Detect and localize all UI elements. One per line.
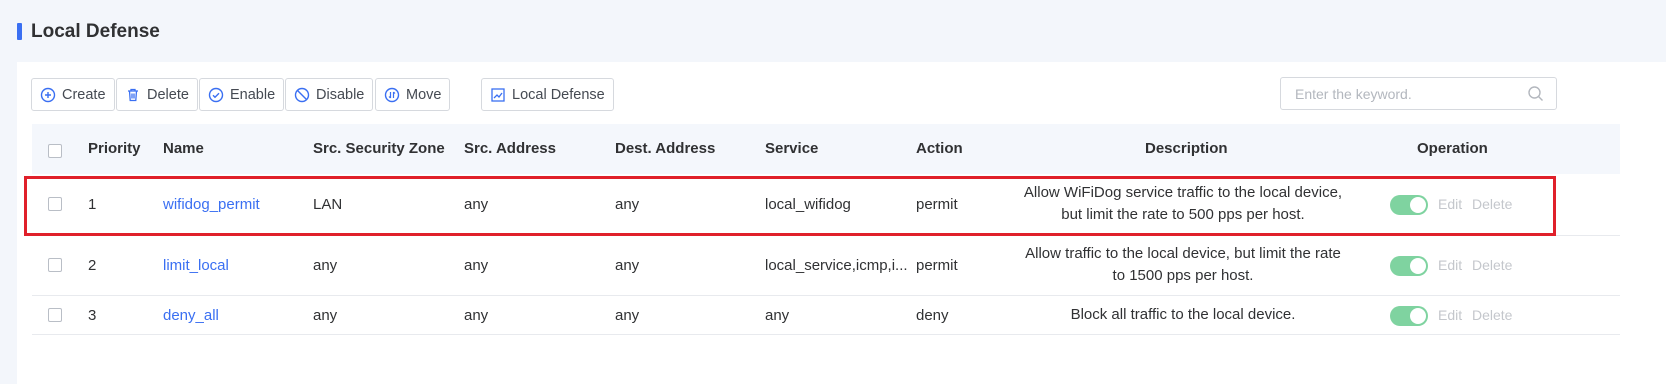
- trash-icon: [128, 88, 138, 101]
- page-title: Local Defense: [31, 21, 160, 42]
- enable-button[interactable]: Enable: [199, 78, 285, 111]
- header-priority: Priority: [88, 140, 141, 157]
- chart-icon: [491, 87, 505, 102]
- header-service: Service: [765, 140, 819, 157]
- search-icon[interactable]: [1527, 85, 1544, 102]
- create-button[interactable]: Create: [31, 78, 115, 111]
- header-src-address: Src. Address: [464, 140, 556, 157]
- enable-toggle[interactable]: [1390, 256, 1428, 276]
- row-description: Allow traffic to the local device, but l…: [1025, 245, 1341, 284]
- row-priority: 3: [88, 307, 97, 324]
- row-name-link[interactable]: limit_local: [163, 257, 229, 274]
- enable-toggle[interactable]: [1390, 306, 1428, 326]
- local-defense-label: Local Defense: [512, 86, 605, 103]
- row-service: local_service,icmp,i...: [765, 257, 908, 274]
- row-divider: [32, 334, 1620, 335]
- delete-button[interactable]: Delete: [116, 78, 198, 111]
- table-header: [32, 124, 1620, 174]
- header-src-zone: Src. Security Zone: [313, 140, 445, 157]
- disable-button[interactable]: Disable: [285, 78, 374, 111]
- search-box: [1280, 77, 1557, 110]
- header-action: Action: [916, 140, 963, 157]
- enable-label: Enable: [230, 86, 276, 103]
- row-checkbox[interactable]: [48, 258, 62, 272]
- header-dest-address: Dest. Address: [615, 140, 716, 157]
- delete-label: Delete: [147, 86, 189, 103]
- ban-icon: [294, 87, 310, 102]
- delete-link[interactable]: Delete: [1472, 307, 1512, 323]
- row-divider: [32, 295, 1620, 296]
- delete-link[interactable]: Delete: [1472, 257, 1512, 273]
- local-defense-button[interactable]: Local Defense: [481, 78, 614, 111]
- disable-label: Disable: [316, 86, 365, 103]
- edit-link[interactable]: Edit: [1438, 257, 1462, 273]
- row-dest-address: any: [615, 307, 640, 324]
- row-name-link[interactable]: deny_all: [163, 307, 219, 324]
- row-src-address: any: [464, 257, 489, 274]
- row-action: permit: [916, 257, 958, 274]
- create-label: Create: [62, 86, 106, 103]
- toggle-knob: [1410, 308, 1426, 324]
- toggle-knob: [1410, 258, 1426, 274]
- row-src-zone: any: [313, 307, 338, 324]
- row-src-zone: any: [313, 257, 338, 274]
- move-icon: [384, 87, 400, 102]
- row-action: deny: [916, 307, 949, 324]
- header-name: Name: [163, 140, 204, 157]
- row-checkbox[interactable]: [48, 308, 62, 322]
- edit-link[interactable]: Edit: [1438, 307, 1462, 323]
- row-description: Block all traffic to the local device.: [1070, 306, 1296, 323]
- row-dest-address: any: [615, 257, 640, 274]
- select-all-checkbox[interactable]: [48, 144, 62, 158]
- check-circle-icon: [208, 87, 224, 102]
- title-accent-bar: [17, 23, 22, 40]
- move-button[interactable]: Move: [375, 78, 451, 111]
- row-highlight-box: [24, 176, 1556, 236]
- header-description: Description: [1145, 140, 1228, 157]
- row-service: any: [765, 307, 790, 324]
- page-header: Local Defense: [0, 0, 1666, 62]
- search-input[interactable]: [1281, 78, 1521, 109]
- plus-circle-icon: [40, 87, 56, 102]
- move-label: Move: [406, 86, 442, 103]
- header-operation: Operation: [1417, 140, 1488, 157]
- row-priority: 2: [88, 257, 97, 274]
- row-src-address: any: [464, 307, 489, 324]
